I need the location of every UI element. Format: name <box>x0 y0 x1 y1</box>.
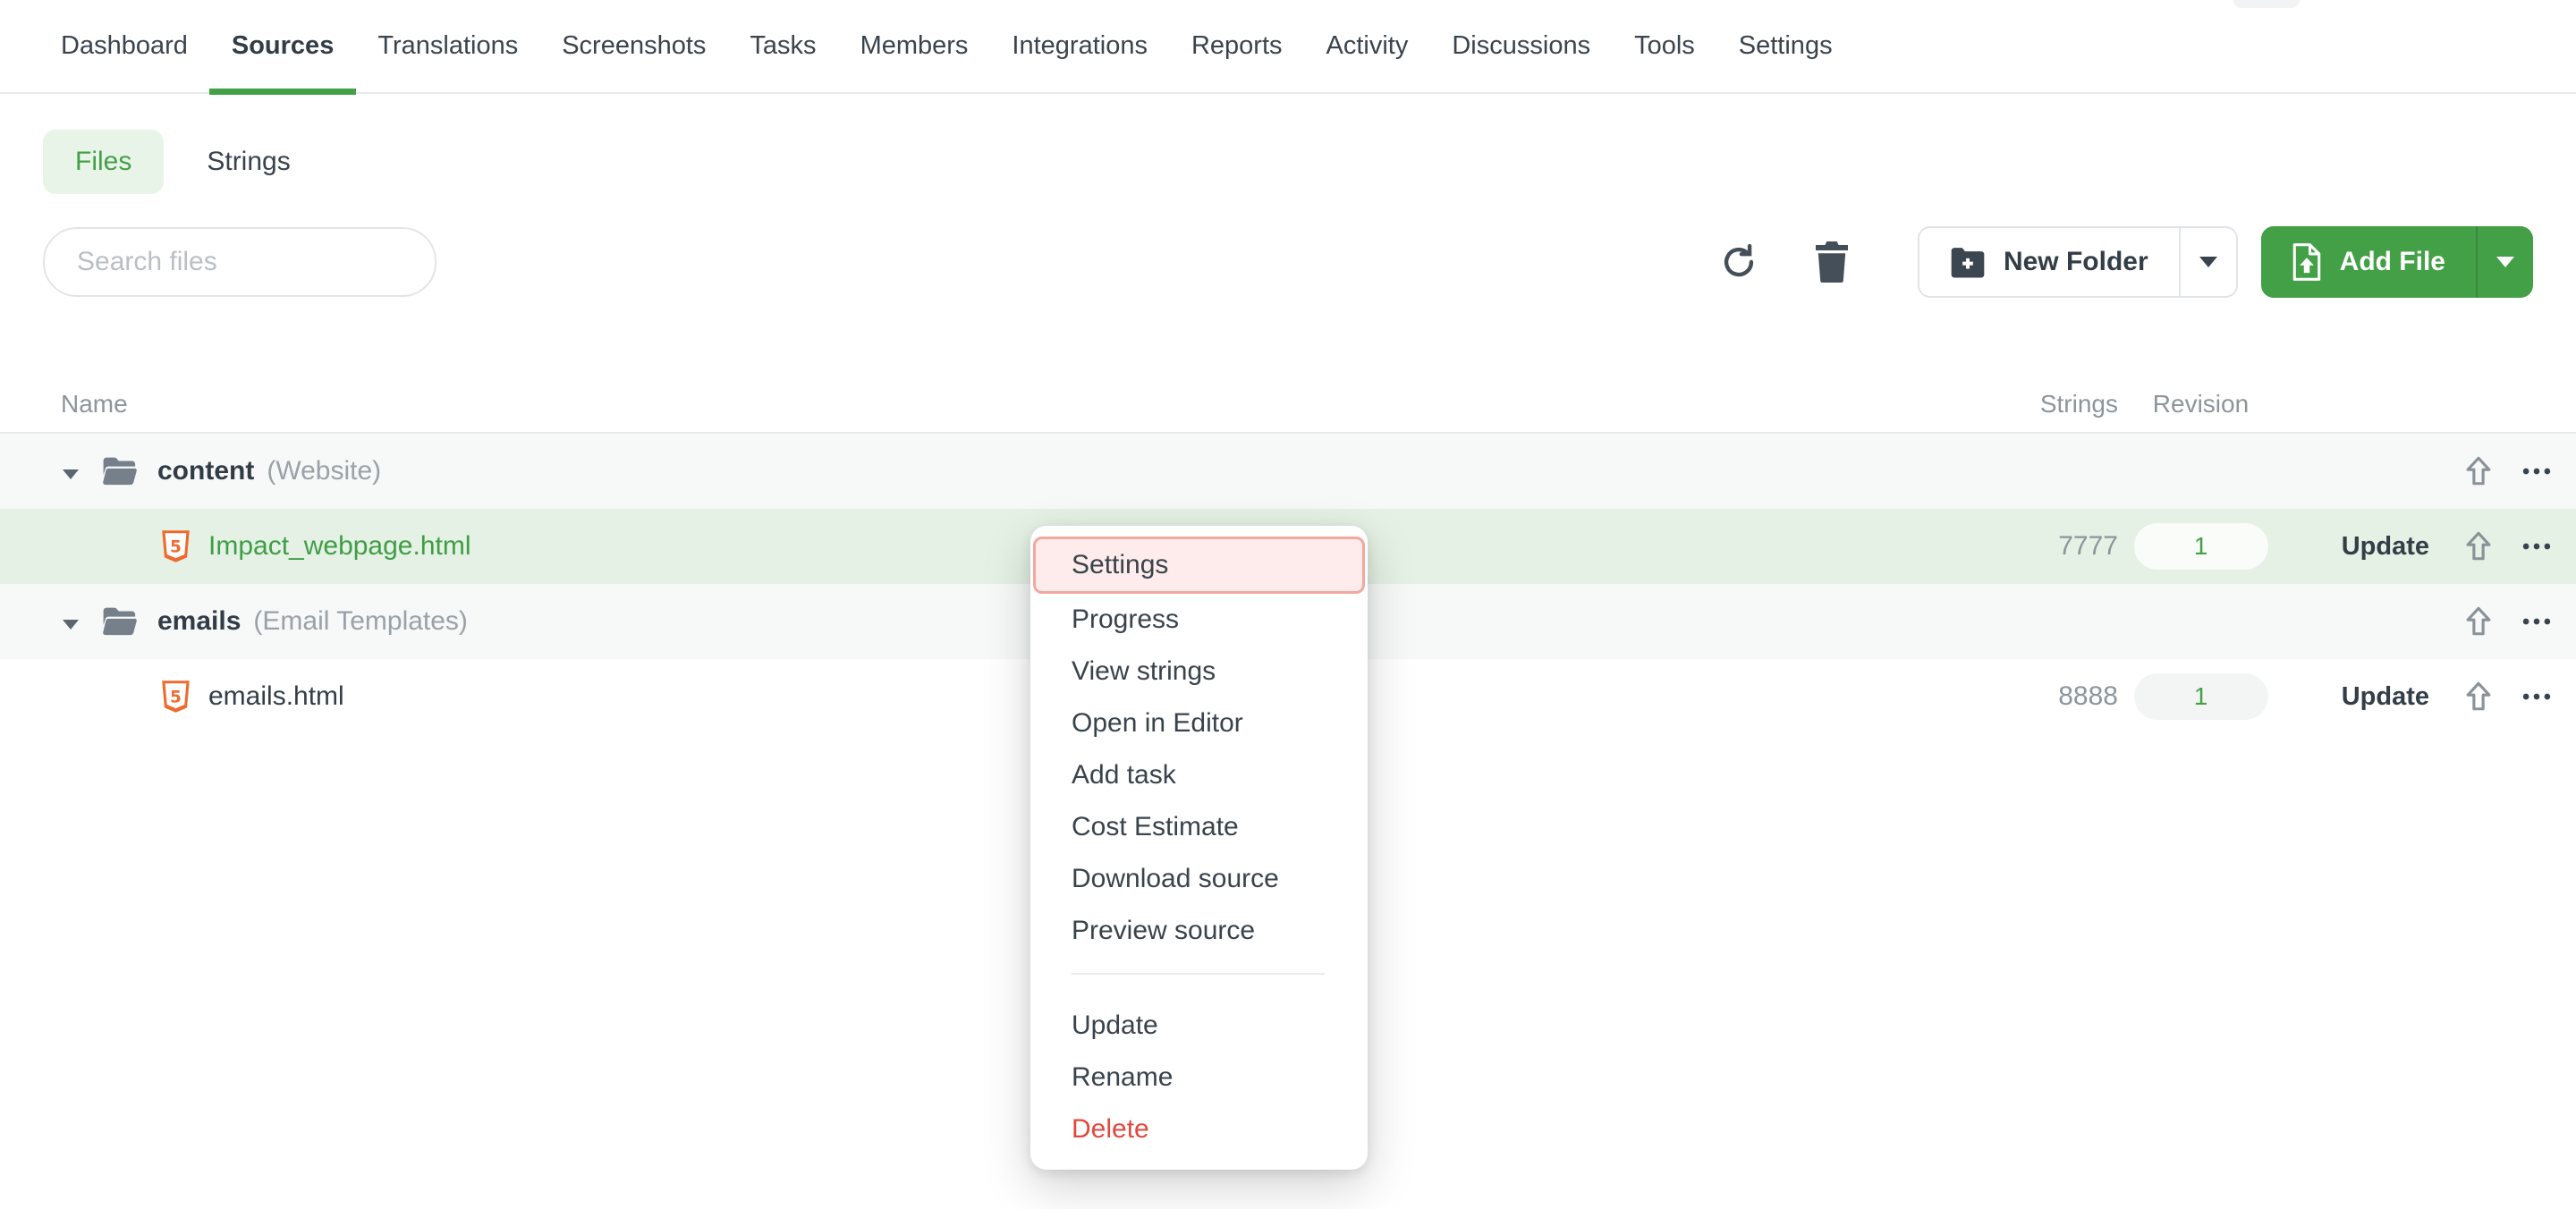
new-folder-label: New Folder <box>2004 247 2148 277</box>
table-row-folder-content[interactable]: content (Website) <box>0 434 2576 509</box>
context-menu-item-preview-source[interactable]: Preview source <box>1030 905 1368 957</box>
context-menu-item-settings[interactable]: Settings <box>1033 537 1365 594</box>
nav-members[interactable]: Members <box>860 0 969 93</box>
header-name: Name <box>0 390 1966 418</box>
delete-selected-button[interactable] <box>1814 241 1850 283</box>
nav-settings[interactable]: Settings <box>1739 0 1833 93</box>
refresh-icon <box>1719 242 1758 282</box>
nav-discussions[interactable]: Discussions <box>1452 0 1590 93</box>
add-file-label: Add File <box>2340 247 2445 277</box>
nav-reports[interactable]: Reports <box>1191 0 1283 93</box>
nav-dashboard[interactable]: Dashboard <box>61 0 188 93</box>
context-menu-item-update[interactable]: Update <box>1030 1000 1368 1052</box>
tab-strings[interactable]: Strings <box>207 147 290 177</box>
header-revision: Revision <box>2127 390 2275 418</box>
project-nav: Dashboard Sources Translations Screensho… <box>0 0 2576 94</box>
collapse-caret-icon[interactable] <box>63 620 79 630</box>
nav-tools[interactable]: Tools <box>1634 0 1695 93</box>
context-menu-divider <box>1072 973 1325 975</box>
add-file-split-button: Add File <box>2261 226 2533 298</box>
new-folder-split-button: New Folder <box>1918 226 2238 298</box>
upload-icon[interactable] <box>2459 452 2498 491</box>
trash-icon <box>1814 241 1850 283</box>
folder-note: (Website) <box>267 456 381 486</box>
file-context-menu: Settings Progress View strings Open in E… <box>1030 526 1368 1170</box>
context-menu-item-add-task[interactable]: Add task <box>1030 749 1368 801</box>
header-strings: Strings <box>1966 390 2118 418</box>
upload-icon[interactable] <box>2459 527 2498 566</box>
svg-text:5: 5 <box>170 537 182 556</box>
revision-badge[interactable]: 1 <box>2134 673 2268 720</box>
chevron-down-icon <box>2199 257 2217 267</box>
nav-sources[interactable]: Sources <box>232 0 334 93</box>
new-folder-dropdown[interactable] <box>2179 228 2236 296</box>
nav-screenshots[interactable]: Screenshots <box>562 0 706 93</box>
update-link[interactable]: Update <box>2342 682 2429 711</box>
collapse-caret-icon[interactable] <box>63 469 79 479</box>
table-header: Name Strings Revision <box>0 376 2576 434</box>
more-actions-icon[interactable] <box>2520 680 2554 714</box>
upload-icon[interactable] <box>2459 677 2498 716</box>
context-menu-item-download-source[interactable]: Download source <box>1030 853 1368 905</box>
nav-translations[interactable]: Translations <box>377 0 518 93</box>
context-menu-item-cost-estimate[interactable]: Cost Estimate <box>1030 801 1368 853</box>
sources-subtabs: Files Strings <box>43 130 2576 194</box>
strings-count: 7777 <box>1966 531 2118 562</box>
context-menu-item-progress[interactable]: Progress <box>1030 594 1368 646</box>
more-actions-icon[interactable] <box>2520 454 2554 488</box>
svg-text:5: 5 <box>170 688 182 706</box>
context-menu-item-view-strings[interactable]: View strings <box>1030 646 1368 698</box>
add-file-dropdown[interactable] <box>2476 226 2533 298</box>
new-folder-button[interactable]: New Folder <box>1919 228 2179 296</box>
file-upload-icon <box>2292 243 2322 281</box>
folder-icon <box>102 456 140 486</box>
chevron-down-icon <box>2496 257 2514 267</box>
folder-name[interactable]: emails <box>157 606 241 637</box>
refresh-button[interactable] <box>1719 242 1758 282</box>
folder-plus-icon <box>1950 246 1986 278</box>
upload-icon[interactable] <box>2459 602 2498 641</box>
add-file-button[interactable]: Add File <box>2261 226 2476 298</box>
html5-file-icon: 5 <box>161 680 191 714</box>
toolbar-actions: New Folder Add File <box>1719 226 2533 298</box>
tab-files[interactable]: Files <box>43 130 164 194</box>
more-actions-icon[interactable] <box>2520 604 2554 638</box>
html5-file-icon: 5 <box>161 529 191 563</box>
context-menu-item-open-in-editor[interactable]: Open in Editor <box>1030 698 1368 749</box>
update-link[interactable]: Update <box>2342 532 2429 561</box>
context-menu-item-rename[interactable]: Rename <box>1030 1052 1368 1103</box>
context-menu-item-delete[interactable]: Delete <box>1030 1103 1368 1155</box>
strings-count: 8888 <box>1966 681 2118 712</box>
folder-note: (Email Templates) <box>253 606 468 637</box>
nav-tasks[interactable]: Tasks <box>750 0 816 93</box>
files-toolbar: New Folder Add File <box>43 226 2533 298</box>
folder-icon <box>102 606 140 637</box>
nav-activity[interactable]: Activity <box>1326 0 1409 93</box>
folder-name[interactable]: content <box>157 456 254 486</box>
search-input[interactable] <box>43 227 436 297</box>
cutoff-element <box>2233 0 2300 8</box>
file-name[interactable]: Impact_webpage.html <box>208 531 471 562</box>
nav-integrations[interactable]: Integrations <box>1012 0 1148 93</box>
revision-badge[interactable]: 1 <box>2134 523 2268 570</box>
file-name[interactable]: emails.html <box>208 681 344 712</box>
more-actions-icon[interactable] <box>2520 529 2554 563</box>
sources-page: Dashboard Sources Translations Screensho… <box>0 0 2576 1209</box>
